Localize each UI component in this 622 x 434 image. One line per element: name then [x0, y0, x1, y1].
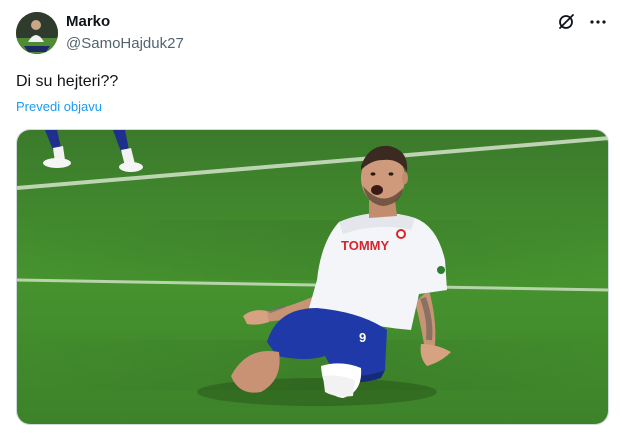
post-text: Di su hejteri??: [16, 73, 119, 90]
more-horizontal-icon[interactable]: [588, 12, 608, 32]
header-actions: [556, 12, 608, 32]
display-name[interactable]: Marko: [66, 14, 184, 29]
shorts-number: 9: [359, 330, 366, 345]
avatar[interactable]: [16, 12, 58, 54]
post-image[interactable]: TOMMY 9: [16, 129, 609, 425]
football-celebration-image: TOMMY 9: [17, 130, 608, 424]
grok-icon[interactable]: [556, 12, 576, 32]
jersey-sponsor: TOMMY: [341, 238, 389, 253]
translate-post-link[interactable]: Prevedi objavu: [16, 99, 102, 114]
author-block: Marko @SamoHajduk27: [66, 14, 184, 51]
tweet-card: Marko @SamoHajduk27 Di su hejteri?? Prev…: [0, 0, 622, 434]
user-handle[interactable]: @SamoHajduk27: [66, 36, 184, 51]
user-avatar-icon: [16, 12, 58, 54]
